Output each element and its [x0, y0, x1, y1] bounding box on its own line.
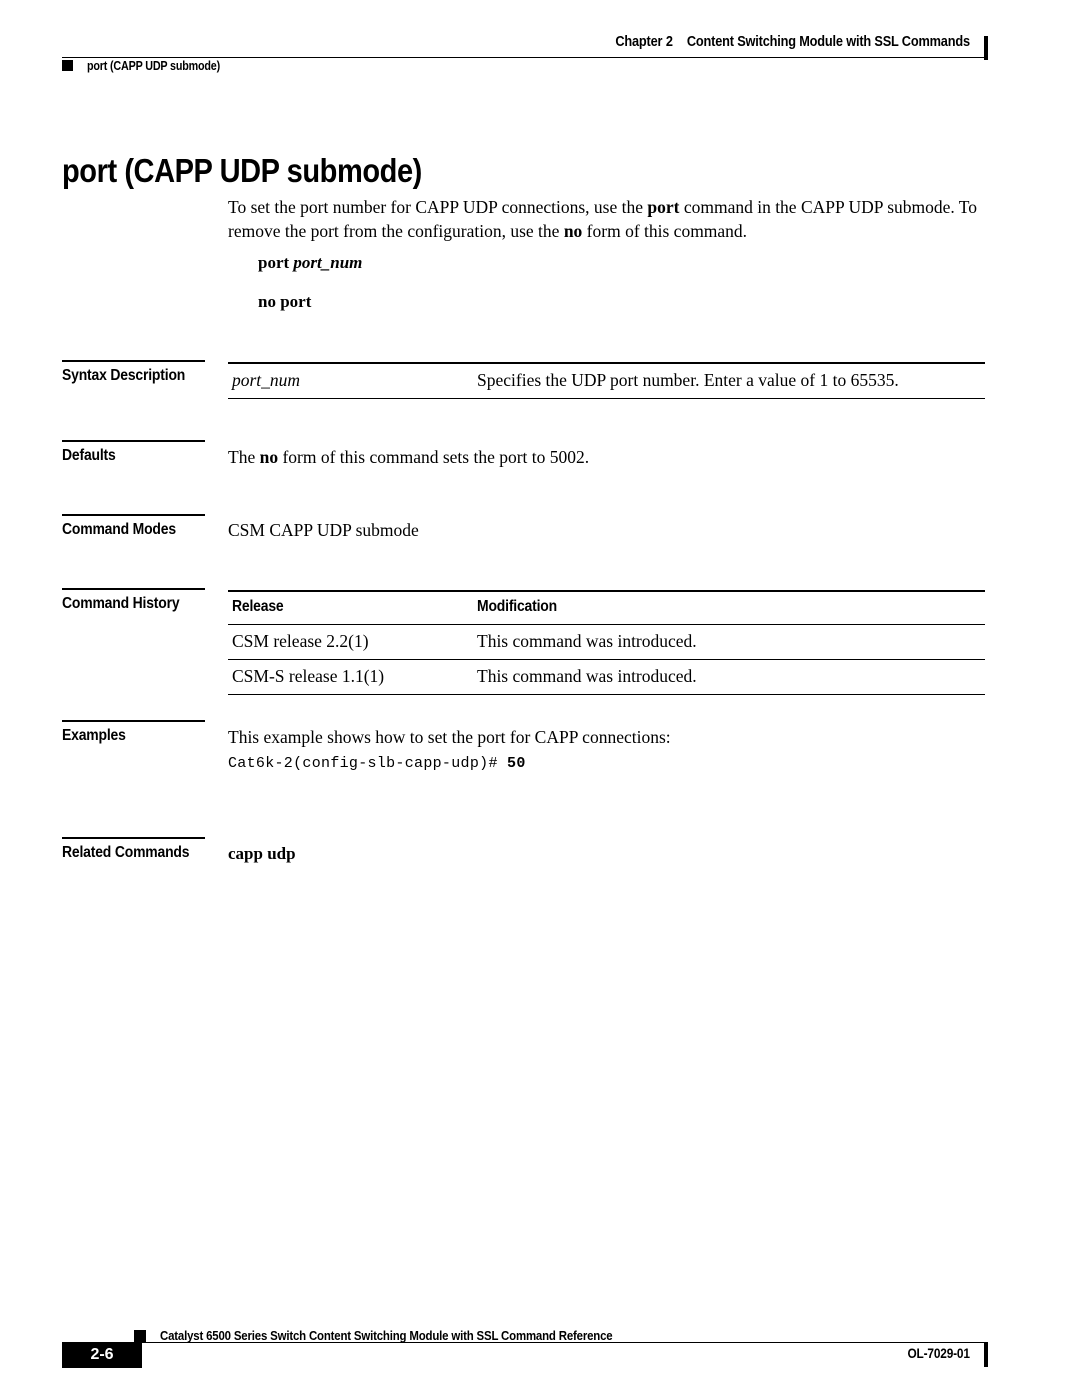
syntax-command-variable: port_num [293, 253, 363, 272]
syntax-no-form-line: no port [258, 292, 312, 311]
related-command-item: capp udp [228, 844, 296, 863]
section-label-examples: Examples [62, 727, 126, 744]
release-cell: CSM release 2.2(1) [228, 624, 473, 660]
command-history-label-rule [62, 588, 205, 590]
defaults-bold-no: no [259, 447, 279, 467]
examples-intro-text: This example shows how to set the port f… [228, 727, 671, 747]
footer-square-bullet-icon [134, 1330, 146, 1342]
section-label-related-commands: Related Commands [62, 844, 190, 861]
header-running-head: port (CAPP UDP submode) [87, 59, 221, 73]
related-commands-label-rule [62, 837, 205, 839]
header-chapter-title: Content Switching Module with SSL Comman… [686, 34, 970, 50]
code-value: 50 [507, 755, 526, 772]
column-header-modification: Modification [473, 590, 985, 625]
syntax-command-name: port [258, 253, 290, 272]
header-chapter-label: Chapter [615, 34, 663, 50]
intro-text-3: form of this command. [582, 221, 748, 241]
release-cell: CSM-S release 1.1(1) [228, 659, 473, 695]
column-header-modification-label: Modification [477, 598, 557, 615]
syntax-description-table: port_num Specifies the UDP port number. … [228, 362, 985, 399]
column-header-release: Release [228, 590, 473, 625]
table-row: CSM-S release 1.1(1) This command was in… [228, 659, 985, 695]
table-row: port_num Specifies the UDP port number. … [228, 362, 985, 399]
section-label-command-history: Command History [62, 595, 180, 612]
footer-document-title: Catalyst 6500 Series Switch Content Swit… [160, 1328, 613, 1343]
command-modes-body-text: CSM CAPP UDP submode [228, 520, 419, 540]
code-prompt: Cat6k-2(config-slb-capp-udp)# [228, 755, 508, 772]
syntax-param-cell: port_num [228, 362, 473, 399]
section-label-defaults: Defaults [62, 447, 116, 464]
defaults-label-rule [62, 440, 205, 442]
footer-page-number: 2-6 [90, 1346, 114, 1363]
header-end-bar-icon [984, 36, 988, 60]
section-label-command-modes: Command Modes [62, 521, 176, 538]
modification-cell: This command was introduced. [473, 659, 985, 695]
header-rule [62, 57, 988, 58]
column-header-release-label: Release [232, 598, 284, 615]
syntax-param-description: Specifies the UDP port number. Enter a v… [473, 362, 985, 399]
intro-bold-port: port [647, 197, 680, 217]
table-row: CSM release 2.2(1) This command was intr… [228, 624, 985, 660]
page-footer: Catalyst 6500 Series Switch Content Swit… [62, 1318, 988, 1368]
footer-end-bar-icon [984, 1343, 988, 1367]
intro-bold-no: no [563, 221, 583, 241]
syntax-usage-line: port port_num [258, 253, 362, 273]
modification-cell: This command was introduced. [473, 624, 985, 660]
intro-text-1: To set the port number for CAPP UDP conn… [228, 197, 648, 217]
command-modes-label-rule [62, 514, 205, 516]
footer-document-id: OL-7029-01 [907, 1346, 970, 1361]
header-chapter-info: Chapter 2 Content Switching Module with SS… [615, 34, 970, 50]
defaults-body-text: The no form of this command sets the por… [228, 445, 589, 469]
header-square-bullet-icon [62, 60, 73, 71]
header-chapter-number: 2 [665, 34, 673, 50]
table-header-row: Release Modification [228, 590, 985, 625]
defaults-text-1: The [228, 447, 260, 467]
examples-code-line: Cat6k-2(config-slb-capp-udp)# 50 [228, 755, 526, 772]
syntax-description-label-rule [62, 360, 205, 362]
command-history-table: Release Modification CSM release 2.2(1) … [228, 590, 985, 695]
examples-label-rule [62, 720, 205, 722]
syntax-param-name: port_num [232, 370, 301, 390]
section-label-syntax-description: Syntax Description [62, 367, 186, 384]
page-title: port (CAPP UDP submode) [62, 152, 422, 190]
page-header: Chapter 2 Content Switching Module with SS… [62, 34, 988, 74]
intro-paragraph: To set the port number for CAPP UDP conn… [228, 195, 990, 243]
defaults-text-2: form of this command sets the port to 50… [278, 447, 590, 467]
